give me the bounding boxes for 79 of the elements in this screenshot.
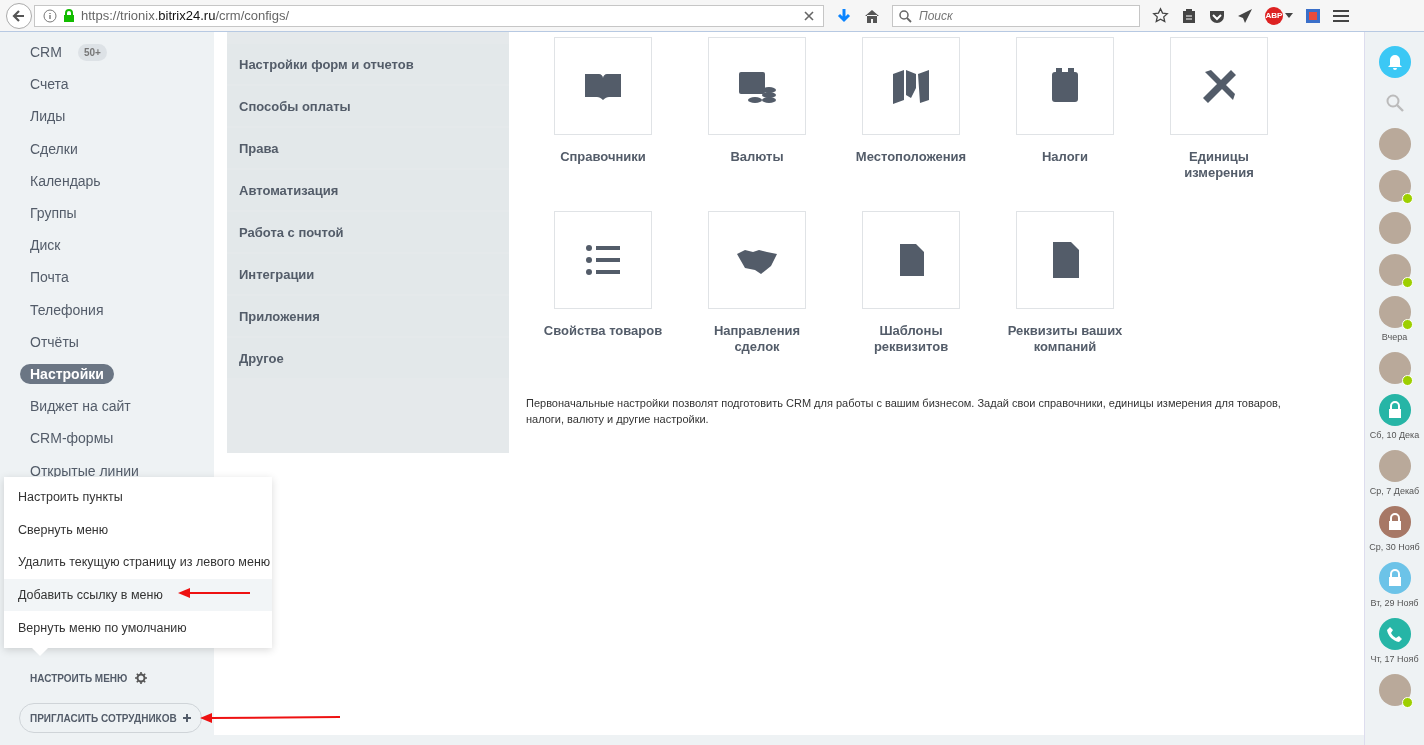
caret-icon[interactable] [1285,12,1293,19]
online-status-dot [1401,697,1413,708]
lock-icon [1386,401,1403,419]
menu-item[interactable]: Счета [20,74,79,95]
tile-label: Налоги [1040,149,1090,165]
invite-button[interactable]: ПРИГЛАСИТЬ СОТРУДНИКОВ [19,703,202,733]
close-icon[interactable] [803,9,815,22]
adblock-icon[interactable]: ABP [1265,6,1283,25]
online-status-dot [1401,193,1413,204]
settings-tile[interactable] [862,37,960,135]
settings-tile[interactable] [1016,211,1114,309]
menu-item[interactable]: Телефония [20,299,114,320]
lock-chat-button[interactable] [1378,394,1411,426]
tile-label: Единицы измерения [1183,149,1255,181]
menu-item[interactable]: Сделки [20,138,88,159]
lock-icon [63,8,75,23]
online-status-dot [1401,319,1413,330]
info-icon [43,8,57,23]
tile-label: Валюты [729,149,785,165]
tile-label: Справочники [559,149,647,165]
date-label: Чт, 17 Нояб [1370,654,1419,664]
date-label: Вт, 29 Нояб [1370,598,1419,608]
back-button[interactable] [6,2,32,29]
extension-icon[interactable] [1305,7,1321,24]
settings-tile[interactable] [554,211,652,309]
tile-label: Свойства товаров [543,323,663,339]
date-label: Ср, 7 Декаб [1369,486,1420,496]
context-menu-item[interactable]: Удалить текущую страницу из левого меню [4,546,272,579]
menu-item[interactable]: Отчёты [20,331,89,352]
tile-label: Направления сделок [712,323,802,355]
menu-item[interactable]: Открытые линии [20,460,149,481]
menu-icon[interactable] [1333,8,1349,23]
configure-menu-label[interactable]: НАСТРОИТЬ МЕНЮ [30,672,128,684]
settings-tile[interactable] [554,37,652,135]
menu-item[interactable]: Лиды [20,106,76,127]
menu-item[interactable]: Диск [20,235,71,256]
settings-tile[interactable] [708,37,806,135]
clipboard-icon[interactable] [1181,7,1197,24]
context-menu-item[interactable]: Свернуть меню [4,513,272,547]
date-label: Вчера [1381,332,1408,342]
online-status-dot [1401,277,1413,288]
lock-chat-button[interactable] [1378,506,1411,538]
phone-chat-button[interactable] [1378,618,1411,650]
count-badge: 50+ [77,43,107,61]
menu-item[interactable]: CRM [20,42,72,63]
arrow [178,588,250,598]
lock-icon [1386,513,1403,531]
menu-item[interactable]: Почта [20,267,79,288]
lock-icon [1386,569,1403,587]
context-menu-item[interactable]: Настроить пункты [4,481,272,514]
settings-tile[interactable] [708,211,806,309]
menu-item[interactable]: Группы [20,203,87,224]
address-field[interactable]: https://trionix.bitrix24.ru/crm/configs/ [34,4,824,27]
context-menu-item[interactable]: Добавить ссылку в меню [4,578,272,612]
settings-tile[interactable] [1170,37,1268,135]
plus-icon [182,714,191,722]
paper-plane-icon[interactable] [1237,7,1253,24]
menu-item[interactable]: CRM-формы [20,428,124,449]
online-status-dot [1401,375,1413,386]
date-label: Ср, 30 Нояб [1369,542,1420,552]
settings-tile[interactable] [1016,37,1114,135]
menu-item[interactable]: Настройки [20,363,114,384]
menu-item[interactable]: Календарь [20,170,111,191]
download-arrow-icon[interactable] [836,7,852,24]
settings-tile[interactable] [862,211,960,309]
back-arrow-icon [11,7,27,24]
context-menu-item[interactable]: Вернуть меню по умолчанию [4,611,272,644]
star-icon[interactable] [1152,7,1169,24]
tile-label: Местоположения [854,149,968,165]
search-field[interactable]: Поиск [892,4,1140,27]
menu-item[interactable]: Виджет на сайт [20,396,141,417]
phone-icon [1385,625,1404,643]
url-text: https://trionix.bitrix24.ru/crm/configs/ [81,8,291,23]
tile-label: Реквизиты ваших компаний [1006,323,1124,355]
tile-label: Шаблоны реквизитов [872,323,950,355]
description-text: Первоначальные настройки позволят подготовить CRM для работы с вашим бизнесом. Задай свои справочники, единицы измерения для товаров, налоги, валюту и другие настройки. [526,396,1282,427]
settings-icon[interactable] [135,672,148,684]
date-label: Сб, 10 Дека [1369,430,1420,440]
home-icon[interactable] [864,7,880,24]
